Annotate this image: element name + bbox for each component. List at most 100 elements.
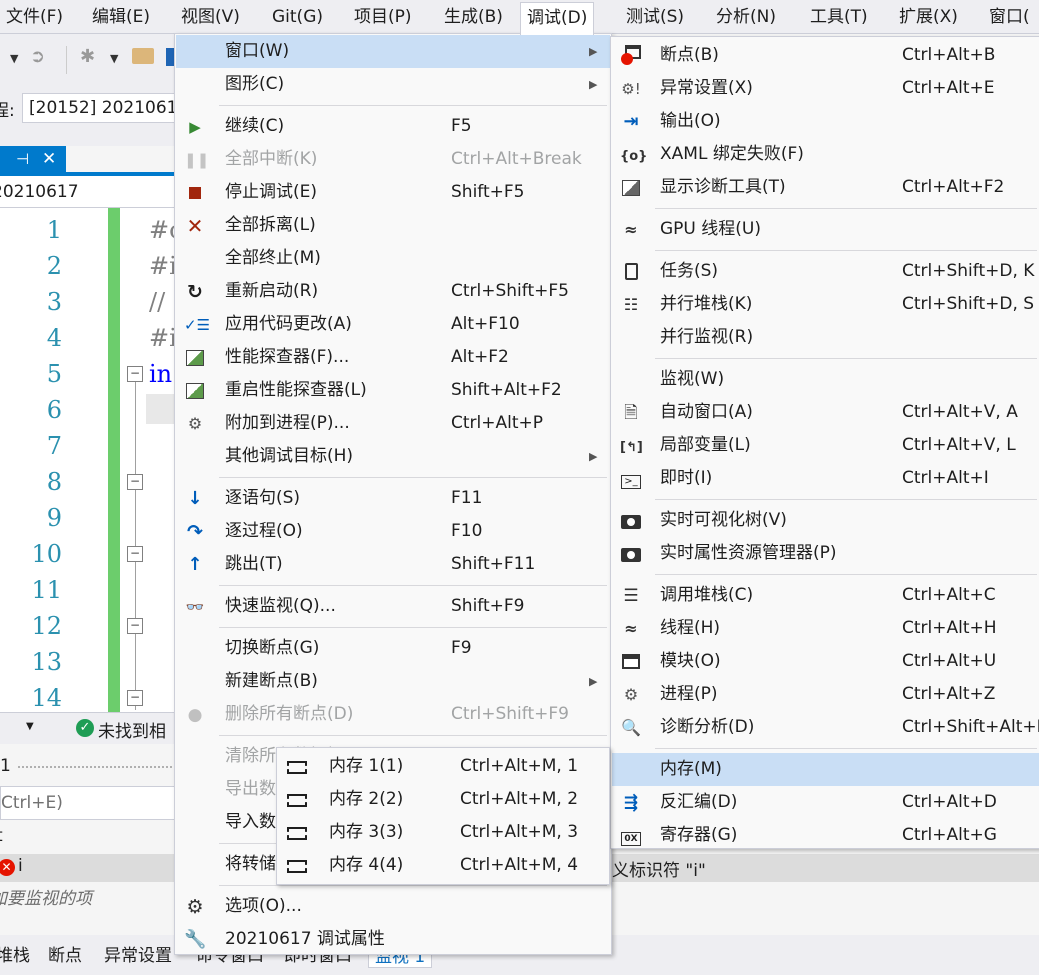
open-folder-icon[interactable] (132, 48, 154, 64)
menu-item[interactable]: 切换断点(G) F9 (176, 632, 610, 665)
menu-item[interactable]: 新建断点(B) ▶ (176, 665, 610, 698)
menu-item[interactable]: 内存 3(3) Ctrl+Alt+M, 3 (278, 816, 608, 849)
menu-item[interactable]: 🔍 诊断分析(D) Ctrl+Shift+Alt+D (612, 711, 1039, 744)
save-icon[interactable] (166, 48, 174, 66)
menu-item[interactable]: ≈ GPU 线程(U) (612, 213, 1039, 246)
menu-item[interactable]: 窗口(W) ▶ (176, 35, 610, 68)
bottom-tab[interactable]: 断点 (48, 941, 82, 966)
window-submenu: 断点(B) Ctrl+Alt+B ⚙! 异常设置(X) Ctrl+Alt+E ⇥ 输出(O)… (610, 36, 1039, 849)
menu-item[interactable]: 0X 寄存器(G) Ctrl+Alt+G (612, 819, 1039, 852)
menu-item[interactable]: 模块(O) Ctrl+Alt+U (612, 645, 1039, 678)
menu-item[interactable]: 图形(C) ▶ (176, 68, 610, 101)
bottom-tab[interactable]: 异常设置 (104, 941, 172, 966)
menu-item[interactable]: ⚙ 附加到进程(P)... Ctrl+Alt+P (176, 407, 610, 440)
menu-10[interactable]: 扩展(X) (893, 2, 964, 34)
menu-item-shortcut: F11 (451, 488, 483, 508)
immediate-icon: >_ (620, 468, 642, 490)
menu-item[interactable]: 并行监视(R) (612, 321, 1039, 354)
new-item-icon[interactable]: ✱ (80, 46, 95, 67)
dropdown-arrow-icon[interactable]: ▼ (10, 52, 18, 65)
menu-item-label: 选项(O)... (225, 896, 302, 916)
zoom-dropdown-icon[interactable]: ▼ (26, 721, 34, 732)
menu-item[interactable]: 实时可视化树(V) (612, 504, 1039, 537)
menu-item[interactable]: 监视(W) (612, 363, 1039, 396)
fold-toggle[interactable]: − (127, 366, 143, 382)
menu-item[interactable]: ☰ 调用堆栈(C) Ctrl+Alt+C (612, 579, 1039, 612)
fold-toggle[interactable]: − (127, 618, 143, 634)
menu-item-label: 断点(B) (660, 45, 719, 65)
menu-1[interactable]: 编辑(E) (86, 2, 156, 34)
menu-item[interactable]: 🔧 20210617 调试属性 (176, 923, 610, 956)
menu-item[interactable]: ▶ 继续(C) F5 (176, 110, 610, 143)
search-placeholder: Ctrl+E) (1, 793, 63, 813)
dropdown-arrow-icon[interactable]: ▼ (110, 52, 118, 65)
menu-item[interactable]: {o} XAML 绑定失败(F) (612, 138, 1039, 171)
menu-item[interactable]: 任务(S) Ctrl+Shift+D, K (612, 255, 1039, 288)
menu-item-label: 应用代码更改(A) (225, 314, 352, 334)
diagnostic-tools-icon (620, 177, 642, 199)
menu-item[interactable]: 👓 快速监视(Q)... Shift+F9 (176, 590, 610, 623)
menu-item[interactable]: ☷ 并行堆栈(K) Ctrl+Shift+D, S (612, 288, 1039, 321)
code-editor[interactable]: 1234567891011121314 #c#i//#iin{ − − − − … (0, 208, 183, 712)
menu-item[interactable]: ❚❚ 全部中断(K) Ctrl+Alt+Break (176, 143, 610, 176)
menu-item[interactable]: 内存 1(1) Ctrl+Alt+M, 1 (278, 750, 608, 783)
menu-11[interactable]: 窗口( (983, 2, 1036, 34)
menu-item[interactable]: 性能探查器(F)... Alt+F2 (176, 341, 610, 374)
bottom-tab[interactable]: 堆栈 (0, 941, 30, 966)
menu-item[interactable]: >_ 即时(I) Ctrl+Alt+I (612, 462, 1039, 495)
watch-row[interactable]: ✕ i (0, 854, 176, 882)
file-navigation-bar[interactable]: 20210617 (0, 176, 176, 208)
menu-item[interactable]: 🗎 自动窗口(A) Ctrl+Alt+V, A (612, 396, 1039, 429)
menu-item[interactable]: 显示诊断工具(T) Ctrl+Alt+F2 (612, 171, 1039, 204)
menu-item[interactable]: 实时属性资源管理器(P) (612, 537, 1039, 570)
menu-7[interactable]: 测试(S) (620, 2, 690, 34)
menu-item-shortcut: Ctrl+Shift+Alt+D (902, 717, 1039, 737)
menu-item[interactable]: 停止调试(E) Shift+F5 (176, 176, 610, 209)
fold-toggle[interactable]: − (127, 474, 143, 490)
menu-8[interactable]: 分析(N) (710, 2, 782, 34)
close-icon[interactable]: ✕ (42, 149, 56, 169)
menu-item[interactable]: ↻ 重新启动(R) Ctrl+Shift+F5 (176, 275, 610, 308)
step-into-icon: ↓ (187, 488, 203, 509)
pin-icon[interactable]: ⊣ (16, 150, 29, 168)
menu-item[interactable]: ⇥ 输出(O) (612, 105, 1039, 138)
menu-6[interactable]: 调试(D) (520, 2, 595, 35)
menu-item[interactable]: 内存 4(4) Ctrl+Alt+M, 4 (278, 849, 608, 882)
menu-separator (655, 358, 1037, 359)
menu-item[interactable]: ✕ 全部拆离(L) (176, 209, 610, 242)
menu-item[interactable]: 其他调试目标(H) ▶ (176, 440, 610, 473)
menu-separator (219, 885, 607, 886)
fold-toggle[interactable]: − (127, 690, 143, 706)
watch-search-input[interactable]: Ctrl+E) (0, 786, 176, 820)
menu-item[interactable]: [↰] 局部变量(L) Ctrl+Alt+V, L (612, 429, 1039, 462)
menu-item[interactable]: 重启性能探查器(L) Shift+Alt+F2 (176, 374, 610, 407)
menu-item[interactable]: ⇶ 反汇编(D) Ctrl+Alt+D (612, 786, 1039, 819)
menu-item[interactable]: 内存(M) (612, 753, 1039, 786)
menu-item[interactable]: ⚙! 异常设置(X) Ctrl+Alt+E (612, 72, 1039, 105)
menu-item[interactable]: 内存 2(2) Ctrl+Alt+M, 2 (278, 783, 608, 816)
quickwatch-icon: 👓 (185, 598, 205, 616)
watch-item-name: i (18, 856, 23, 876)
menu-3[interactable]: Git(G) (266, 2, 329, 34)
add-watch-hint[interactable]: 加要监视的项 (0, 884, 92, 909)
menu-item[interactable]: ● 删除所有断点(D) Ctrl+Shift+F9 (176, 698, 610, 731)
menu-item[interactable]: 全部终止(M) (176, 242, 610, 275)
menu-9[interactable]: 工具(T) (804, 2, 874, 34)
forward-icon[interactable]: ➲ (30, 46, 45, 67)
menu-item[interactable]: 断点(B) Ctrl+Alt+B (612, 39, 1039, 72)
menu-item-label: 全部终止(M) (225, 248, 321, 268)
menu-item[interactable]: ↓ 逐语句(S) F11 (176, 482, 610, 515)
menu-item[interactable]: ↷ 逐过程(O) F10 (176, 515, 610, 548)
menu-item[interactable]: ✓☰ 应用代码更改(A) Alt+F10 (176, 308, 610, 341)
menu-item[interactable]: ↑ 跳出(T) Shift+F11 (176, 548, 610, 581)
fold-toggle[interactable]: − (127, 546, 143, 562)
menu-5[interactable]: 生成(B) (438, 2, 509, 34)
menu-item[interactable]: ⚙ 进程(P) Ctrl+Alt+Z (612, 678, 1039, 711)
menu-item[interactable]: ≈ 线程(H) Ctrl+Alt+H (612, 612, 1039, 645)
menu-4[interactable]: 项目(P) (348, 2, 418, 34)
process-combo[interactable]: [20152] 2021061 (22, 93, 182, 123)
menu-item-shortcut: Ctrl+Shift+D, S (902, 294, 1035, 314)
menu-0[interactable]: 文件(F) (0, 2, 69, 34)
menu-item[interactable]: ⚙ 选项(O)... (176, 890, 610, 923)
menu-2[interactable]: 视图(V) (175, 2, 246, 34)
